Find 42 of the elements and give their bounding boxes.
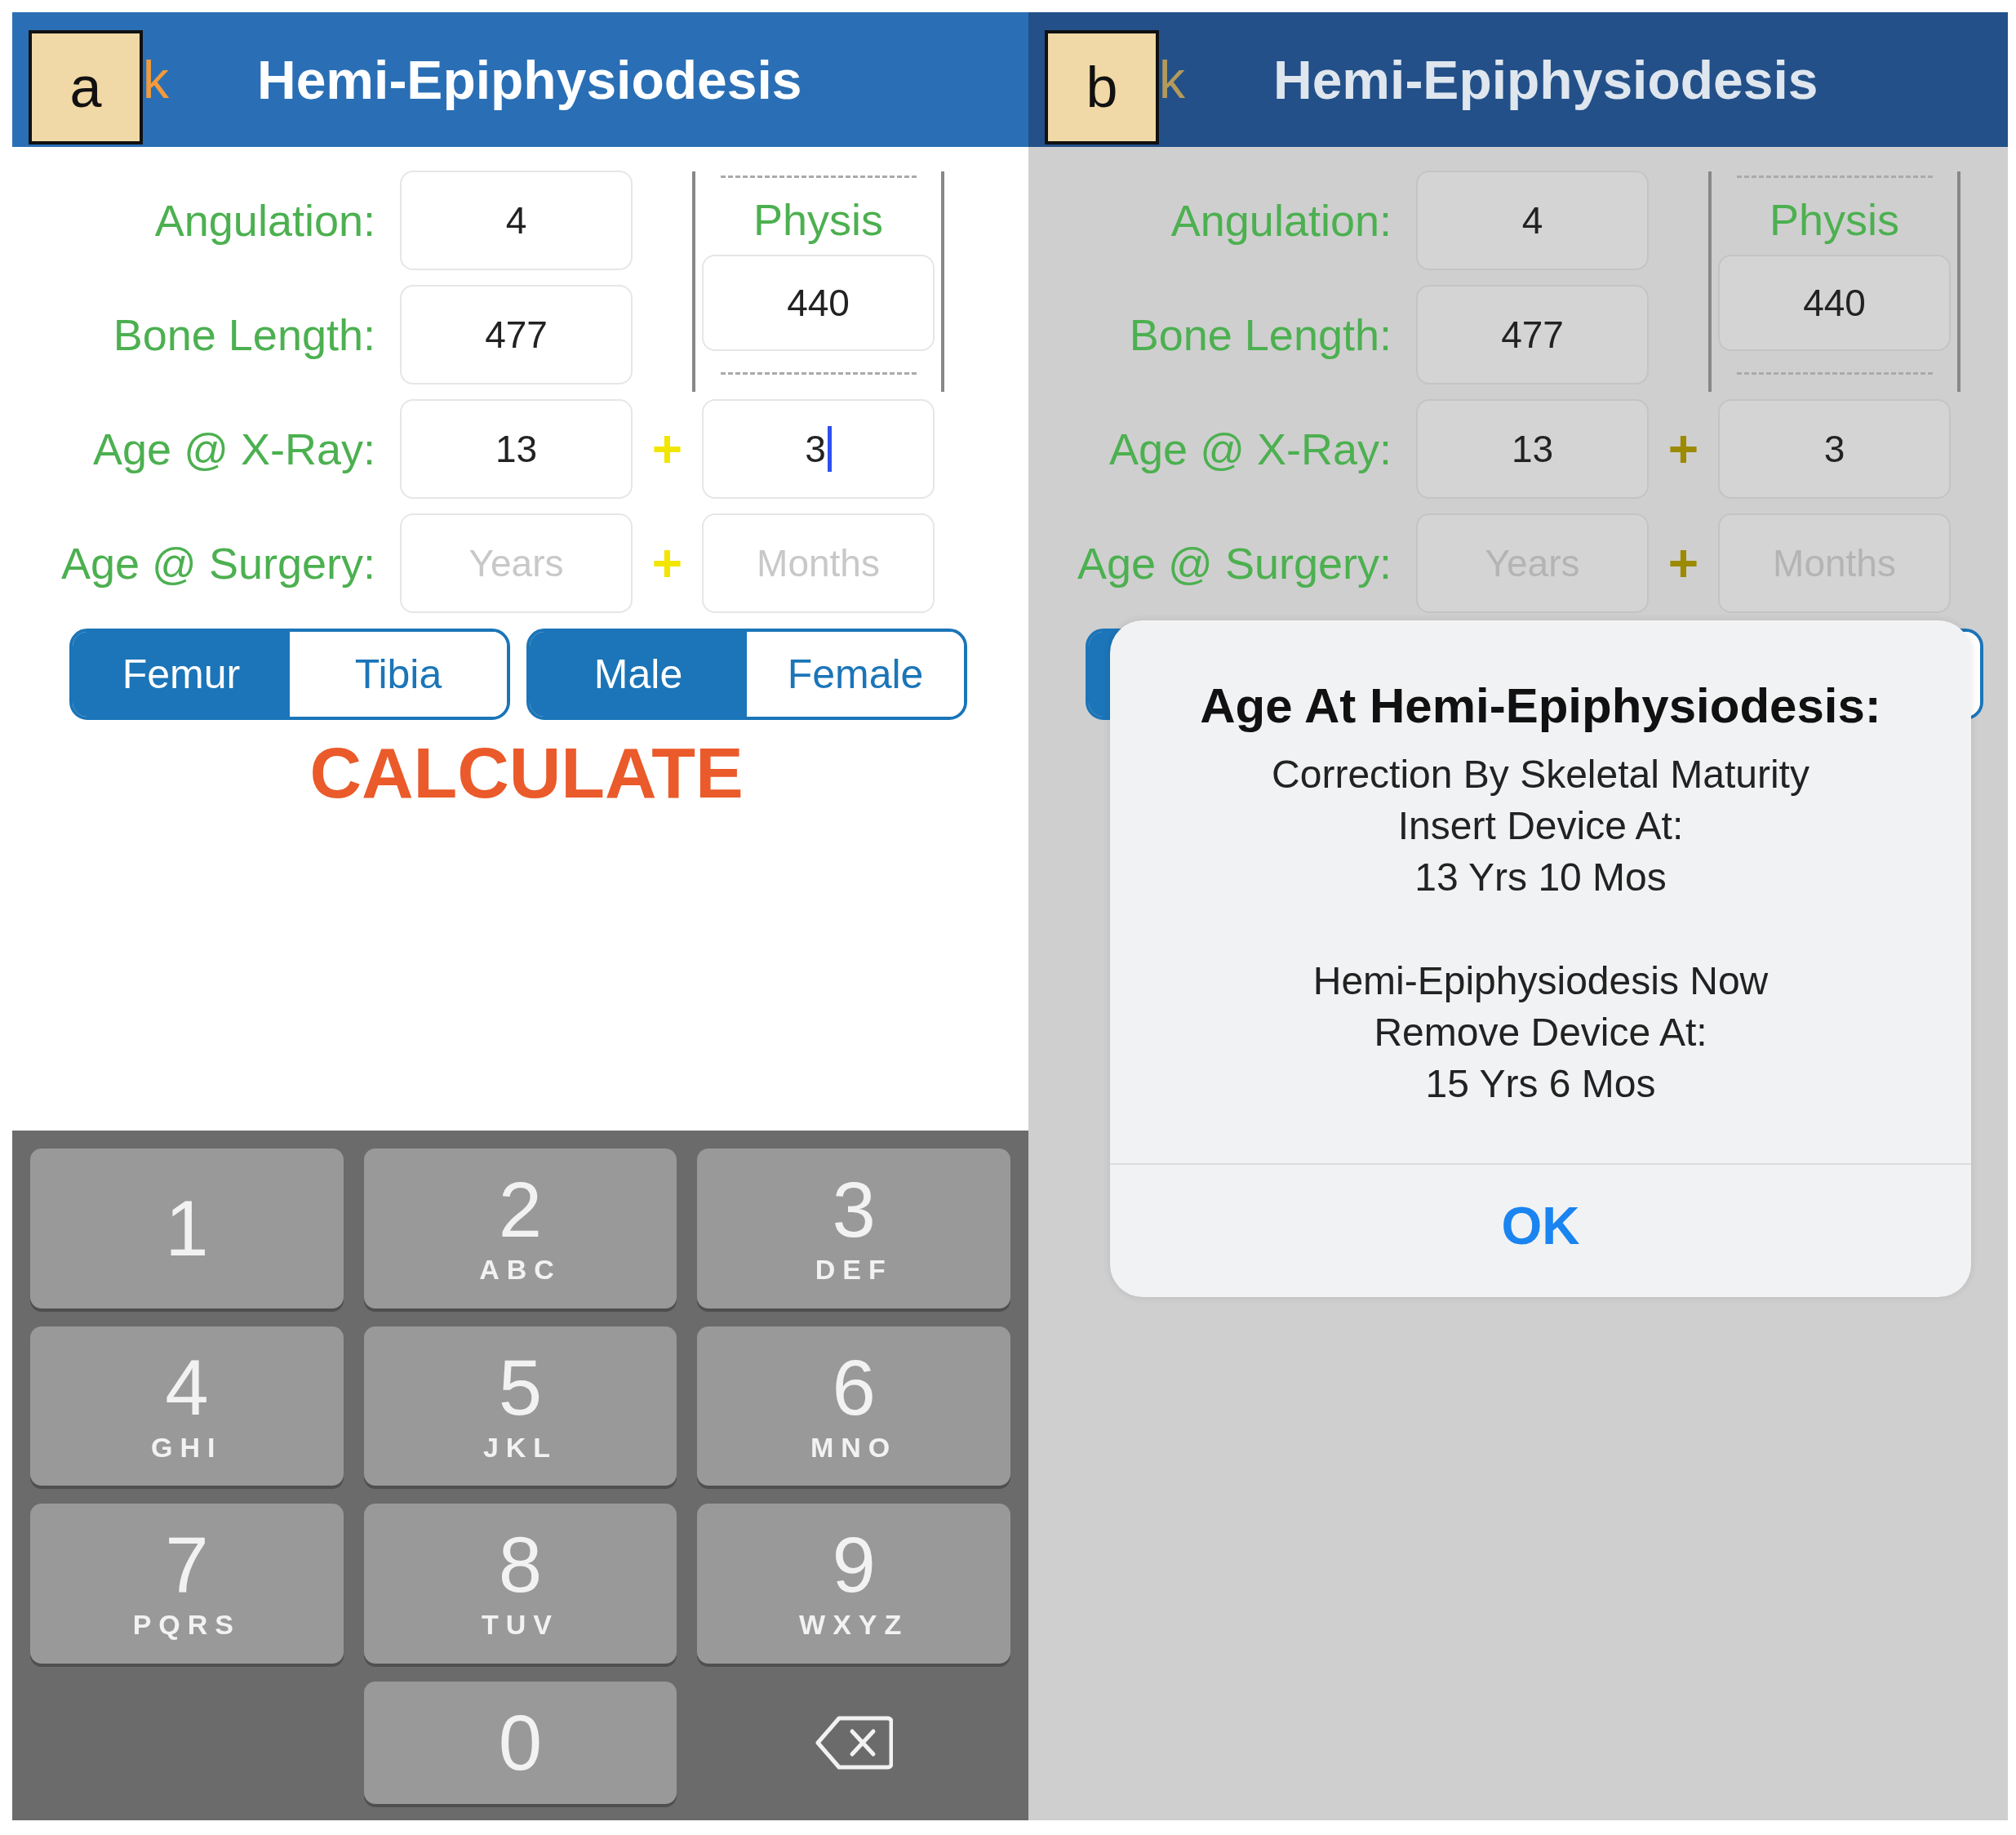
input-field[interactable]: 3 <box>702 399 935 499</box>
alert-message: Remove Device At: <box>1374 1010 1707 1055</box>
input-field[interactable]: 440 <box>702 255 935 351</box>
field-label: Age @ X-Ray: <box>92 424 376 474</box>
plus-sign: + <box>1667 419 1700 479</box>
calculate-button[interactable]: CALCULATE <box>118 731 935 815</box>
field-label: Bone Length: <box>1128 309 1392 360</box>
field-label: Age @ Surgery: <box>1077 538 1392 589</box>
screen-title: Hemi-Epiphysiodesis <box>1273 48 1818 111</box>
ok-button[interactable]: OK <box>1452 1165 1629 1297</box>
field-label: Angulation: <box>1170 195 1392 246</box>
input-field[interactable]: 13 <box>1416 399 1649 499</box>
field-label: Age @ X-Ray: <box>1108 424 1392 474</box>
field-label: Bone Length: <box>112 309 376 360</box>
input-field[interactable]: 477 <box>1416 285 1649 384</box>
alert-title: Age At Hemi-Epiphysiodesis: <box>1200 678 1881 734</box>
input-field[interactable]: 4 <box>1416 171 1649 270</box>
input-field[interactable]: 13 <box>400 399 633 499</box>
input-field[interactable]: 477 <box>400 285 633 384</box>
physis-label: Physis <box>753 194 883 245</box>
input-field[interactable]: 440 <box>1718 255 1951 351</box>
segment[interactable]: Femur <box>73 632 290 717</box>
input-field[interactable]: 3 <box>1718 399 1951 499</box>
alert-message: Insert Device At: <box>1397 803 1684 849</box>
plus-sign: + <box>1667 533 1700 593</box>
alert-message: Hemi-Epiphysiodesis Now <box>1312 958 1769 1004</box>
physis-label: Physis <box>1769 194 1899 245</box>
alert-message: 15 Yrs 6 Mos <box>1425 1061 1656 1107</box>
panel-label: b <box>1045 29 1159 144</box>
delete-icon[interactable] <box>815 1714 894 1771</box>
alert-message: 13 Yrs 10 Mos <box>1414 855 1667 900</box>
alert-message: Correction By Skeletal Maturity <box>1272 752 1810 798</box>
panel-label: a <box>29 29 143 144</box>
field-label: Angulation: <box>153 195 376 246</box>
plus-sign: + <box>651 533 684 593</box>
screen-title: Hemi-Epiphysiodesis <box>257 48 802 111</box>
back-link[interactable]: k <box>1159 49 1232 110</box>
field-label: Age @ Surgery: <box>60 538 376 589</box>
back-link[interactable]: k <box>143 49 216 110</box>
plus-sign: + <box>651 419 684 479</box>
segment[interactable]: Male <box>530 632 747 717</box>
input-field[interactable]: 4 <box>400 171 633 270</box>
